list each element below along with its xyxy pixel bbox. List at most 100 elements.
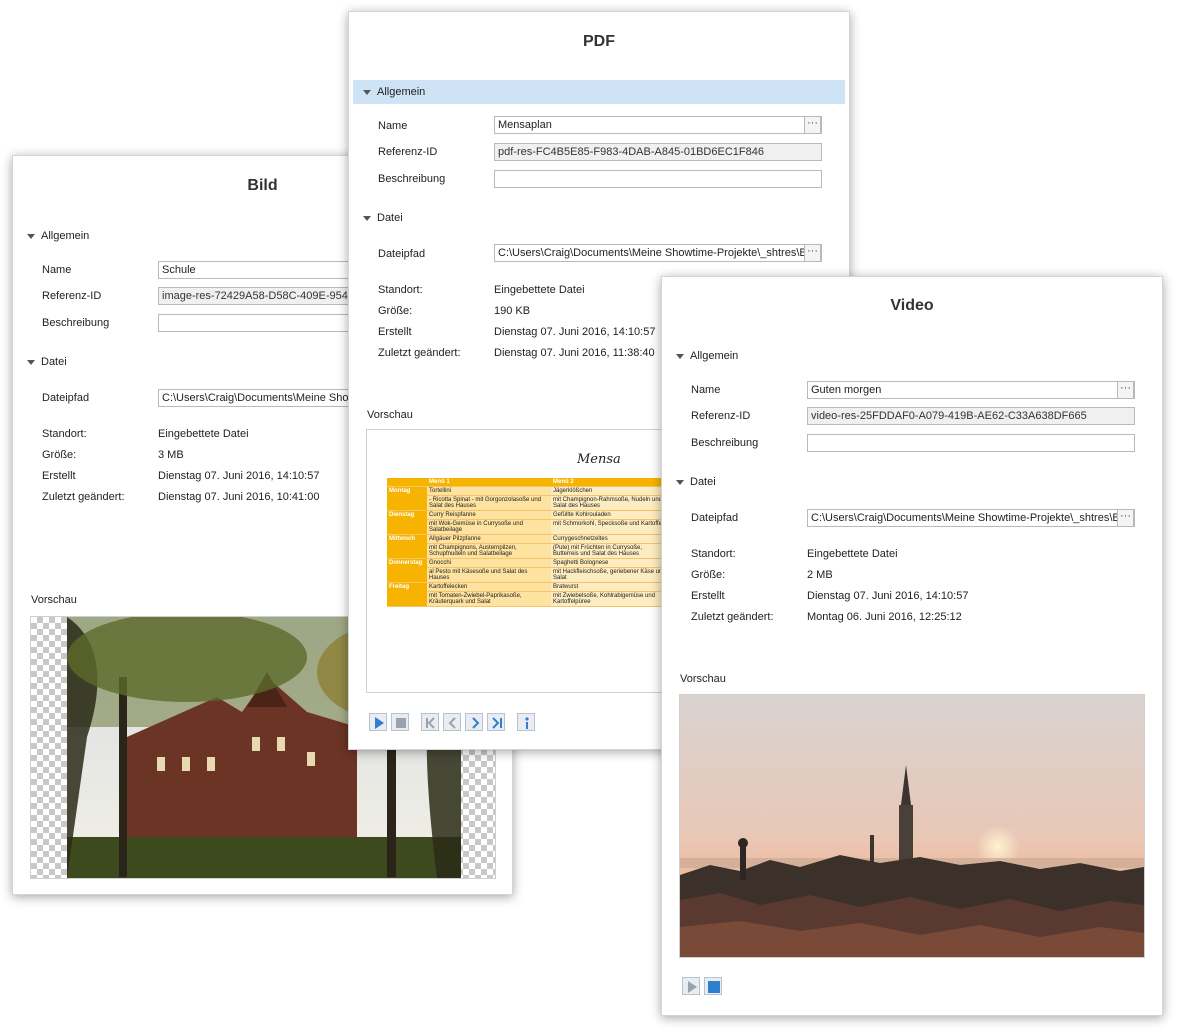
created-label: Erstellt — [691, 590, 725, 602]
first-page-icon — [426, 717, 435, 729]
name-field[interactable]: Mensaplan ··· — [494, 116, 822, 134]
section-file-header[interactable]: Datei — [666, 470, 1158, 494]
panel-title: PDF — [583, 33, 615, 50]
table-row: - Ricotta Spinat - mit Gorgonzolasoße un… — [387, 495, 671, 511]
table-row: Donnerstag Gnocchi Spaghetti Bolognese — [387, 558, 671, 583]
menu-cell: Spaghetti Bolognese — [551, 558, 671, 568]
location-value: Eingebettete Datei — [494, 284, 585, 296]
desc-label: Beschreibung — [42, 317, 110, 329]
day-cell: Dienstag — [387, 510, 427, 535]
section-general-header[interactable]: Allgemein — [353, 80, 845, 104]
section-label: Allgemein — [690, 350, 739, 362]
play-button[interactable] — [369, 713, 387, 731]
menu-cell: - Ricotta Spinat - mit Gorgonzolasoße un… — [427, 495, 551, 511]
day-cell: Freitag — [387, 582, 427, 607]
name-label: Name — [378, 120, 408, 132]
size-value: 2 MB — [807, 569, 833, 581]
location-label: Standort: — [42, 428, 87, 440]
table-row: mit Tomaten-Zwiebel-Paprikasoße, Kräuter… — [387, 591, 671, 607]
path-value: C:\Users\Craig\Documents\Meine Showtime-… — [498, 247, 813, 259]
description-field[interactable] — [494, 170, 822, 188]
triangle-down-icon — [27, 360, 35, 365]
path-label: Dateipfad — [691, 512, 739, 524]
ref-id-field[interactable]: video-res-25FDDAF0-A079-419B-AE62-C33A63… — [807, 407, 1135, 425]
menu-cell: Tortellini — [427, 486, 551, 496]
modified-label: Zuletzt geändert: — [42, 491, 125, 503]
ref-label: Referenz-ID — [42, 290, 102, 302]
ref-label: Referenz-ID — [691, 410, 751, 422]
created-value: Dienstag 07. Juni 2016, 14:10:57 — [158, 470, 320, 482]
section-general-header[interactable]: Allgemein — [666, 344, 1158, 368]
size-label: Größe: — [691, 569, 726, 581]
triangle-down-icon — [363, 90, 371, 95]
panel-title: Video — [890, 297, 934, 314]
ellipsis-icon[interactable]: ··· — [1117, 382, 1134, 398]
section-label: Allgemein — [41, 230, 90, 242]
next-page-icon — [472, 717, 480, 729]
pdf-doc-heading: Mensa — [577, 452, 621, 467]
table-row: mit Champignons, Austernpilzen, Schupfnu… — [387, 543, 671, 559]
next-page-button[interactable] — [465, 713, 483, 731]
previous-page-button[interactable] — [443, 713, 461, 731]
path-label: Dateipfad — [378, 248, 426, 260]
fit-page-icon — [525, 717, 529, 729]
stop-button[interactable] — [704, 977, 722, 995]
size-value: 190 KB — [494, 305, 531, 317]
created-value: Dienstag 07. Juni 2016, 14:10:57 — [494, 326, 656, 338]
previous-page-icon — [448, 717, 456, 729]
section-label: Datei — [690, 476, 716, 488]
stop-icon — [396, 718, 406, 728]
table-row: Dienstag Curry Reispfanne Gefüllte Kohlr… — [387, 510, 671, 535]
modified-label: Zuletzt geändert: — [378, 347, 461, 359]
created-label: Erstellt — [378, 326, 412, 338]
last-page-button[interactable] — [487, 713, 505, 731]
menu-cell: mit Champignons, Austernpilzen, Schupfnu… — [427, 543, 551, 559]
file-path-field[interactable]: C:\Users\Craig\Documents\Meine Showtime-… — [494, 244, 822, 262]
stop-button[interactable] — [391, 713, 409, 731]
section-label: Datei — [41, 356, 67, 368]
description-field[interactable] — [807, 434, 1135, 452]
video-preview[interactable] — [679, 694, 1145, 958]
day-cell: Donnerstag — [387, 558, 427, 583]
first-page-button[interactable] — [421, 713, 439, 731]
name-field[interactable]: Guten morgen ··· — [807, 381, 1135, 399]
location-label: Standort: — [691, 548, 736, 560]
day-cell: Mittwoch — [387, 534, 427, 559]
menu-cell: mit Schmorkohl, Specksoße und Kartoffeln — [551, 519, 671, 535]
fit-page-button[interactable] — [517, 713, 535, 731]
path-value: C:\Users\Craig\Documents\Meine Showtime-… — [811, 512, 1126, 524]
section-file-header[interactable]: Datei — [353, 206, 845, 230]
desc-label: Beschreibung — [691, 437, 759, 449]
menu-cell: Curry Reispfanne — [427, 510, 551, 520]
file-path-field[interactable]: C:\Users\Craig\Documents\Meine Showtime-… — [807, 509, 1135, 527]
stop-icon — [708, 981, 720, 993]
play-button[interactable] — [682, 977, 700, 995]
panel-video: Video Allgemein Name Guten morgen ··· Re… — [661, 276, 1163, 1016]
modified-value: Montag 06. Juni 2016, 12:25:12 — [807, 611, 962, 623]
created-value: Dienstag 07. Juni 2016, 14:10:57 — [807, 590, 969, 602]
location-value: Eingebettete Datei — [807, 548, 898, 560]
desc-label: Beschreibung — [378, 173, 446, 185]
triangle-down-icon — [676, 354, 684, 359]
ref-id-field[interactable]: pdf-res-FC4B5E85-F983-4DAB-A845-01BD6EC1… — [494, 143, 822, 161]
name-value: Mensaplan — [498, 119, 552, 131]
menu-cell: mit Zwiebelsoße, Kohlrabigemüse und Kart… — [551, 591, 671, 607]
ellipsis-icon[interactable]: ··· — [804, 245, 821, 261]
name-label: Name — [691, 384, 721, 396]
menu-cell: mit Champignon-Rahmsoße, Nudeln und Sala… — [551, 495, 671, 511]
last-page-icon — [492, 717, 502, 729]
menu-cell: mit Hackfleischsoße, geriebener Käse und… — [551, 567, 671, 583]
preview-label: Vorschau — [31, 594, 77, 606]
table-row: mit Wok-Gemüse in Currysoße und Salatbei… — [387, 519, 671, 535]
menu-cell: Bratwurst — [551, 582, 671, 592]
size-value: 3 MB — [158, 449, 184, 461]
menu-cell: mit Wok-Gemüse in Currysoße und Salatbei… — [427, 519, 551, 535]
ellipsis-icon[interactable]: ··· — [804, 117, 821, 133]
table-row: Freitag Kartoffelecken Bratwurst — [387, 582, 671, 607]
modified-label: Zuletzt geändert: — [691, 611, 774, 623]
created-label: Erstellt — [42, 470, 76, 482]
play-icon — [375, 717, 384, 729]
menu-cell: Gnocchi — [427, 558, 551, 568]
ellipsis-icon[interactable]: ··· — [1117, 510, 1134, 526]
name-value: Guten morgen — [811, 384, 882, 396]
